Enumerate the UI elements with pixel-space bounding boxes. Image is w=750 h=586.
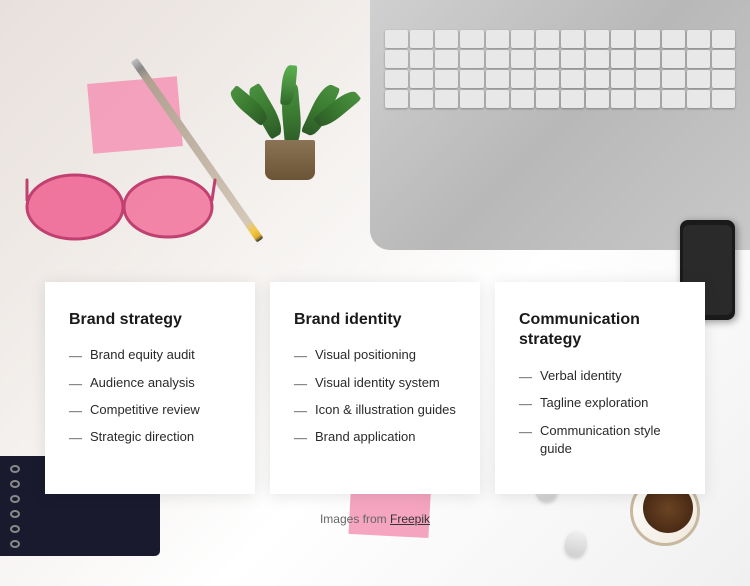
footer-text-before: Images from: [320, 512, 390, 526]
dash-8: —: [294, 429, 307, 447]
brand-identity-card: Brand identity — Visual positioning — Vi…: [270, 282, 480, 494]
brand-strategy-title: Brand strategy: [69, 310, 231, 331]
dash-11: —: [519, 423, 532, 441]
dash-3: —: [69, 402, 82, 420]
brand-strategy-item-1-text: Brand equity audit: [90, 346, 195, 364]
footer: Images from Freepik: [0, 512, 750, 526]
dash-9: —: [519, 368, 532, 386]
dash-6: —: [294, 375, 307, 393]
brand-identity-item-2-text: Visual identity system: [315, 374, 440, 392]
communication-strategy-item-3: — Communication style guide: [519, 422, 681, 458]
brand-strategy-item-4-text: Strategic direction: [90, 428, 194, 446]
dash-2: —: [69, 375, 82, 393]
brand-identity-item-1-text: Visual positioning: [315, 346, 416, 364]
brand-strategy-item-3: — Competitive review: [69, 401, 231, 420]
communication-strategy-item-2-text: Tagline exploration: [540, 394, 648, 412]
brand-strategy-card: Brand strategy — Brand equity audit — Au…: [45, 282, 255, 494]
dash-10: —: [519, 395, 532, 413]
dash-5: —: [294, 347, 307, 365]
brand-identity-item-4-text: Brand application: [315, 428, 415, 446]
communication-strategy-card: Communication strategy — Verbal identity…: [495, 282, 705, 494]
communication-strategy-item-2: — Tagline exploration: [519, 394, 681, 413]
brand-identity-item-2: — Visual identity system: [294, 374, 456, 393]
brand-identity-item-3-text: Icon & illustration guides: [315, 401, 456, 419]
brand-identity-item-1: — Visual positioning: [294, 346, 456, 365]
communication-strategy-item-1-text: Verbal identity: [540, 367, 622, 385]
dash-1: —: [69, 347, 82, 365]
cards-container: Brand strategy — Brand equity audit — Au…: [0, 282, 750, 494]
dash-7: —: [294, 402, 307, 420]
communication-strategy-item-3-text: Communication style guide: [540, 422, 681, 458]
footer-freepik-link[interactable]: Freepik: [390, 512, 430, 526]
brand-strategy-item-1: — Brand equity audit: [69, 346, 231, 365]
communication-strategy-item-1: — Verbal identity: [519, 367, 681, 386]
brand-identity-item-4: — Brand application: [294, 428, 456, 447]
content-overlay: Brand strategy — Brand equity audit — Au…: [0, 0, 750, 586]
dash-4: —: [69, 429, 82, 447]
brand-strategy-item-2: — Audience analysis: [69, 374, 231, 393]
brand-identity-title: Brand identity: [294, 310, 456, 331]
brand-strategy-item-2-text: Audience analysis: [90, 374, 195, 392]
communication-strategy-title: Communication strategy: [519, 310, 681, 352]
brand-identity-item-3: — Icon & illustration guides: [294, 401, 456, 420]
brand-strategy-item-3-text: Competitive review: [90, 401, 200, 419]
brand-strategy-item-4: — Strategic direction: [69, 428, 231, 447]
